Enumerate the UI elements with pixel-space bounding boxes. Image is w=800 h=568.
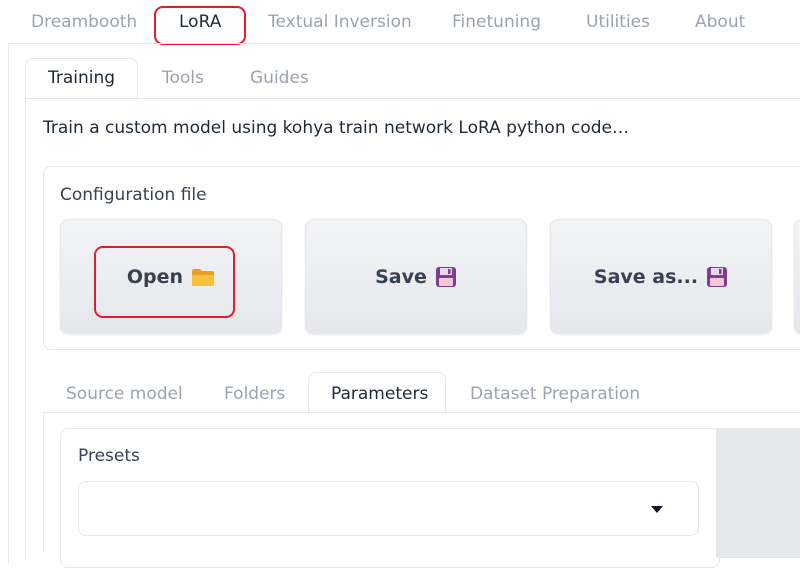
- tab-source-model[interactable]: Source model: [66, 384, 183, 404]
- presets-label: Presets: [78, 446, 140, 466]
- floppy-disk-icon: [706, 266, 728, 288]
- configuration-file-label: Configuration file: [60, 185, 207, 205]
- tab-tools[interactable]: Tools: [162, 68, 204, 88]
- tab-guides[interactable]: Guides: [250, 68, 309, 88]
- tab-textual-inversion[interactable]: Textual Inversion: [268, 12, 412, 32]
- tab-parameters[interactable]: Parameters: [331, 384, 428, 404]
- tab-folders[interactable]: Folders: [224, 384, 285, 404]
- open-button[interactable]: Open: [60, 219, 282, 334]
- tab-about[interactable]: About: [695, 12, 745, 32]
- page-description: Train a custom model using kohya train n…: [43, 118, 629, 138]
- lower-tab-divider: [43, 412, 800, 413]
- tab-dataset-preparation[interactable]: Dataset Preparation: [470, 384, 640, 404]
- folder-icon: [191, 267, 215, 287]
- training-panel-border: [25, 98, 26, 558]
- save-as-button[interactable]: Save as...: [550, 219, 772, 334]
- tab-dreambooth[interactable]: Dreambooth: [31, 12, 137, 32]
- floppy-disk-icon: [435, 266, 457, 288]
- tab-utilities[interactable]: Utilities: [586, 12, 650, 32]
- sub-tab-divider: [25, 98, 800, 99]
- save-button[interactable]: Save: [305, 219, 527, 334]
- save-as-button-label: Save as...: [593, 265, 699, 288]
- side-panel: [716, 428, 800, 558]
- tab-lora[interactable]: LoRA: [179, 12, 221, 32]
- tab-training[interactable]: Training: [48, 68, 115, 88]
- chevron-down-icon[interactable]: [651, 506, 663, 513]
- save-button-label: Save: [375, 265, 427, 288]
- load-button-partial[interactable]: [794, 219, 800, 334]
- presets-dropdown[interactable]: [78, 481, 699, 536]
- top-tab-bar: Dreambooth LoRA Textual Inversion Finetu…: [0, 0, 800, 44]
- tab-finetuning[interactable]: Finetuning: [452, 12, 541, 32]
- parameters-panel-border: [43, 412, 44, 552]
- open-button-label: Open: [126, 265, 184, 288]
